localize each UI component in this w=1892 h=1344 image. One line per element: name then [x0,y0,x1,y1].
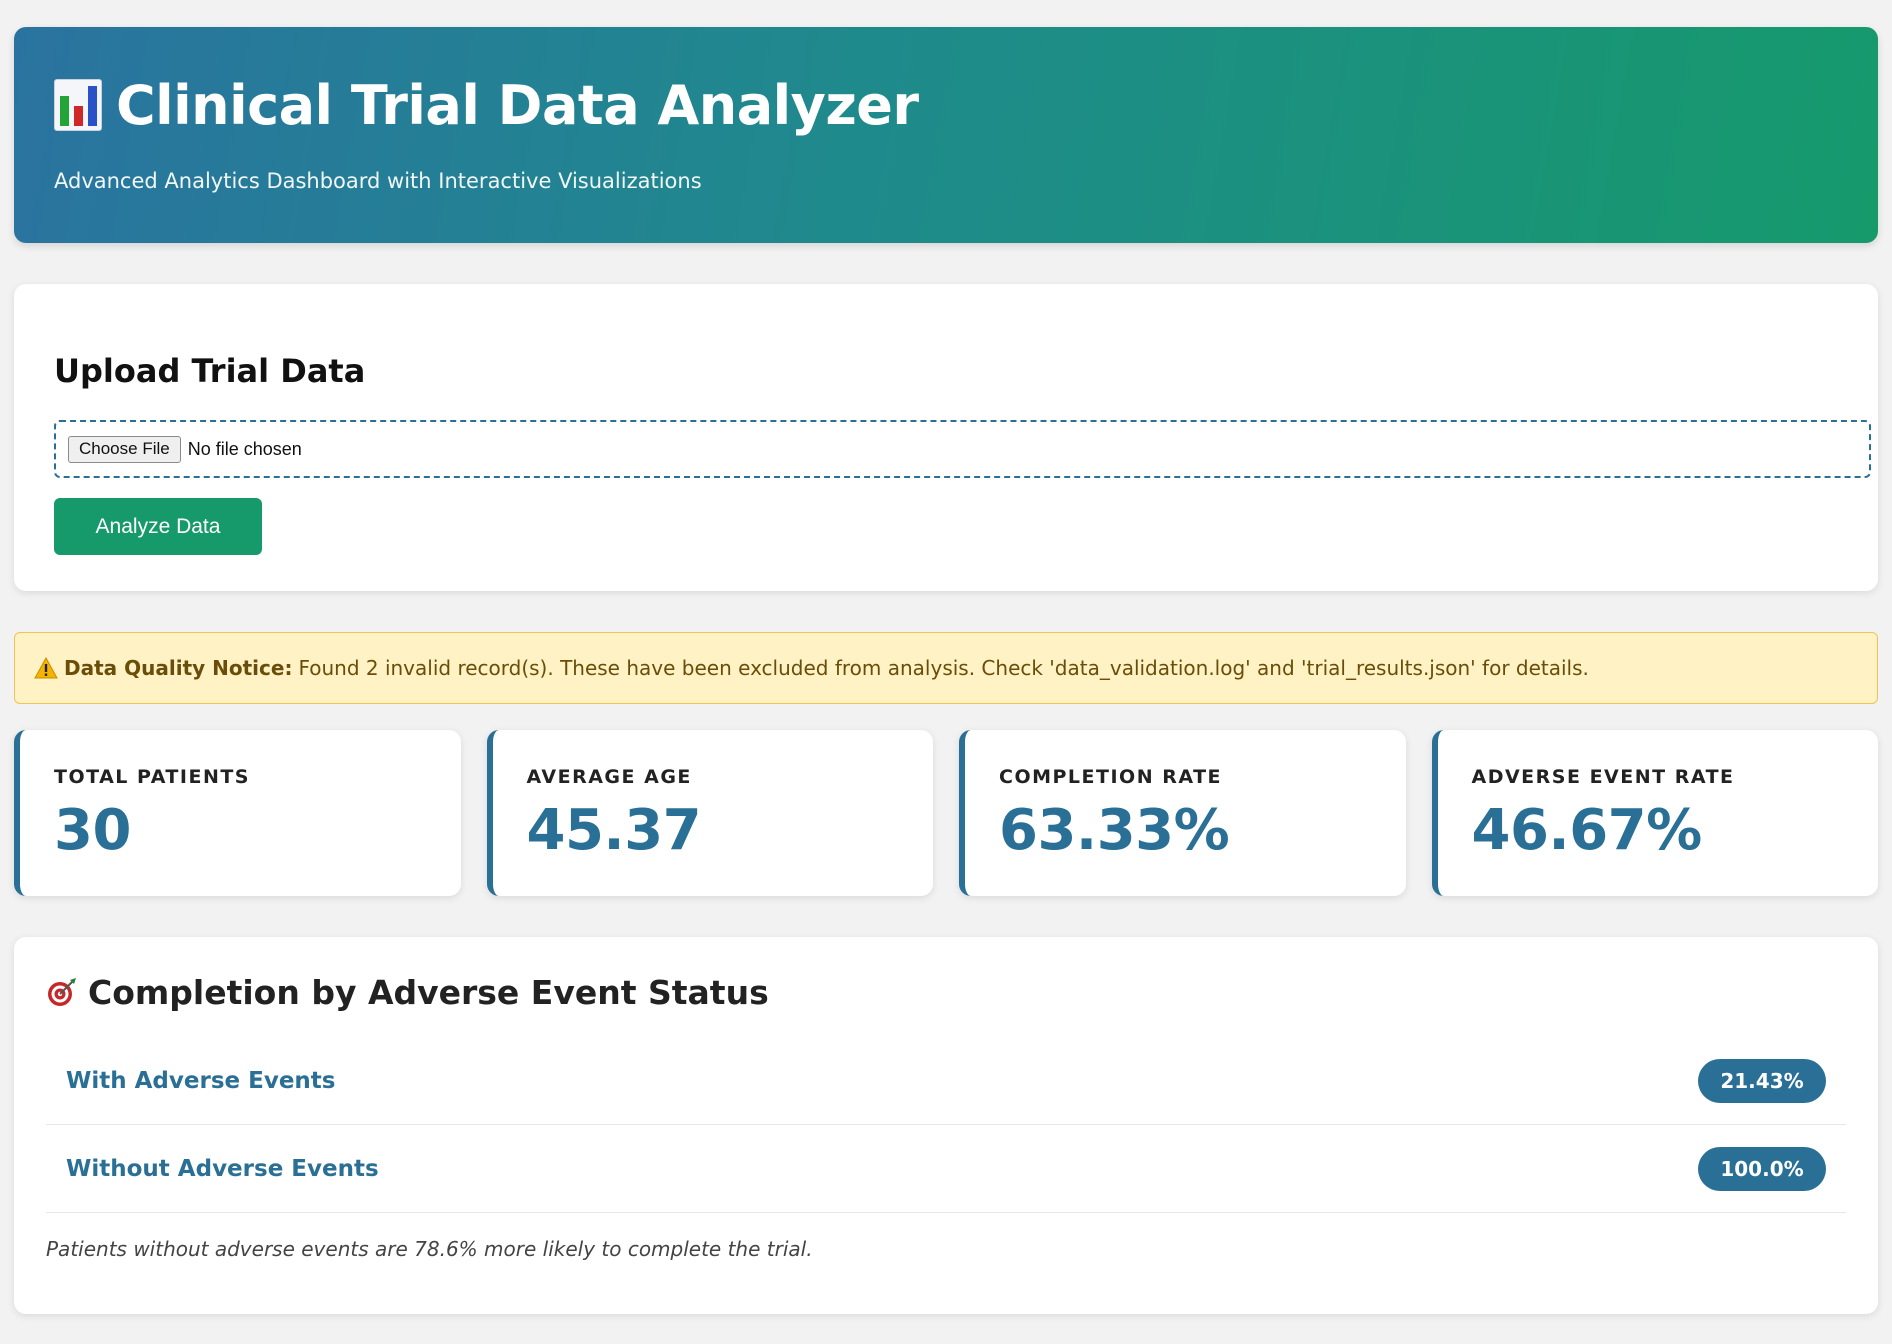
stat-label: AVERAGE AGE [526,766,692,788]
stat-label: COMPLETION RATE [999,766,1223,788]
completion-note: Patients without adverse events are 78.6… [46,1237,813,1261]
upload-heading: Upload Trial Data [54,352,366,390]
bar-chart-icon-bar [73,106,83,126]
stat-label: TOTAL PATIENTS [54,766,250,788]
bar-chart-icon-bar [87,86,97,126]
page: Clinical Trial Data Analyzer Advanced An… [0,0,1892,1344]
page-subtitle: Advanced Analytics Dashboard with Intera… [54,169,702,193]
upload-card: Upload Trial Data Choose File No file ch… [14,284,1878,591]
section-title: Completion by Adverse Event Status [88,972,769,1012]
completion-list: With Adverse Events 21.43% Without Adver… [46,1037,1846,1213]
stat-card-total-patients: TOTAL PATIENTS 30 [14,730,461,896]
file-status: No file chosen [187,438,302,459]
list-item: With Adverse Events 21.43% [46,1037,1846,1125]
page-title: Clinical Trial Data Analyzer [116,73,919,137]
stat-value: 63.33% [999,798,1230,863]
completion-row-label: With Adverse Events [66,1067,336,1094]
file-drop-zone[interactable]: Choose File No file chosen [54,420,1871,478]
choose-file-button[interactable]: Choose File [68,435,181,463]
completion-rate-badge: 21.43% [1698,1058,1826,1103]
bar-chart-icon-bar [59,96,69,126]
notice-label: Data Quality Notice: [64,656,293,680]
warning-icon [34,657,58,679]
stats-row: TOTAL PATIENTS 30 AVERAGE AGE 45.37 COMP… [14,730,1878,896]
stat-card-completion-rate: COMPLETION RATE 63.33% [959,730,1406,896]
completion-card: Completion by Adverse Event Status With … [14,937,1878,1314]
target-icon [48,978,76,1006]
notice-message: Found 2 invalid record(s). These have be… [298,656,1589,680]
analyze-data-button[interactable]: Analyze Data [54,498,262,555]
stat-value: 46.67% [1471,798,1703,863]
header-banner: Clinical Trial Data Analyzer Advanced An… [14,27,1878,243]
bar-chart-icon [54,79,102,131]
completion-row-label: Without Adverse Events [66,1155,379,1182]
stat-label: ADVERSE EVENT RATE [1471,766,1735,788]
section-title-row: Completion by Adverse Event Status [46,971,1846,1013]
stat-value: 45.37 [526,798,702,863]
stat-card-average-age: AVERAGE AGE 45.37 [486,730,933,896]
data-quality-notice: Data Quality Notice: Found 2 invalid rec… [14,632,1878,704]
list-item: Without Adverse Events 100.0% [46,1125,1846,1213]
stat-card-adverse-event-rate: ADVERSE EVENT RATE 46.67% [1431,730,1878,896]
stat-value: 30 [54,798,131,863]
completion-rate-badge: 100.0% [1698,1146,1826,1191]
header-title-row: Clinical Trial Data Analyzer [54,67,1838,143]
